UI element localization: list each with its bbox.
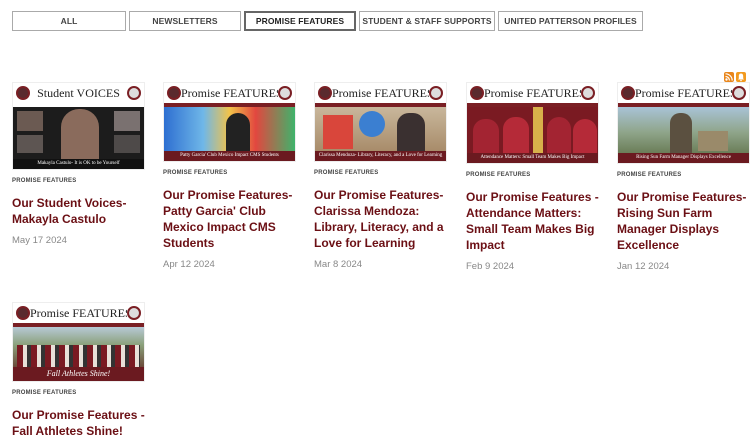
thumbnail-photo bbox=[315, 107, 446, 153]
thumbnail-banner: Promise FEATURES bbox=[13, 303, 144, 323]
post-title-link[interactable]: Our Promise Features-Clarissa Mendoza: L… bbox=[314, 187, 449, 251]
post-date: May 17 2024 bbox=[12, 235, 67, 246]
thumbnail-banner-text: Promise FEATURES bbox=[181, 85, 278, 100]
rss-icon[interactable] bbox=[724, 72, 734, 82]
post-category-tag[interactable]: PROMISE FEATURES bbox=[12, 390, 147, 400]
thumbnail-banner-text: Promise FEATURES bbox=[635, 85, 732, 100]
post-category-tag[interactable]: PROMISE FEATURES bbox=[466, 172, 601, 182]
post-title-link[interactable]: Our Student Voices-Makayla Castulo bbox=[12, 195, 147, 227]
post-thumbnail[interactable]: Promise FEATURES Rising Sun Farm Manager… bbox=[617, 82, 750, 164]
feed-icons bbox=[724, 72, 746, 82]
thumbnail-caption: Makayla Castulo- It is OK to be Yourself bbox=[13, 159, 144, 169]
school-seal-icon bbox=[621, 86, 635, 100]
post-date: Apr 12 2024 bbox=[163, 259, 215, 270]
post-thumbnail[interactable]: Promise FEATURES Patty Garcia' Club Mexi… bbox=[163, 82, 296, 162]
thumbnail-caption: Rising Sun Farm Manager Displays Excelle… bbox=[618, 153, 749, 163]
district-seal-icon bbox=[732, 86, 746, 100]
thumbnail-banner-text: Promise FEATURES bbox=[30, 305, 127, 320]
district-seal-icon bbox=[127, 306, 141, 320]
post-thumbnail[interactable]: Student VOICES Makayla Castulo- It is OK… bbox=[12, 82, 145, 170]
thumbnail-banner-text: Student VOICES bbox=[37, 85, 120, 100]
school-seal-icon bbox=[16, 86, 30, 100]
post-thumbnail[interactable]: Promise FEATURES Attendance Matters: Sma… bbox=[466, 82, 599, 164]
thumbnail-photo bbox=[13, 327, 144, 367]
thumbnail-banner-text: Promise FEATURES bbox=[484, 85, 581, 100]
thumbnail-banner: Student VOICES bbox=[13, 83, 144, 103]
thumbnail-banner: Promise FEATURES bbox=[315, 83, 446, 103]
district-seal-icon bbox=[278, 86, 292, 100]
thumbnail-caption: Patty Garcia' Club Mexico Impact CMS Stu… bbox=[164, 151, 295, 161]
school-seal-icon bbox=[16, 306, 30, 320]
post-thumbnail[interactable]: Promise FEATURES Clarissa Mendoza- Libra… bbox=[314, 82, 447, 162]
district-seal-icon bbox=[429, 86, 443, 100]
school-seal-icon bbox=[470, 86, 484, 100]
school-seal-icon bbox=[167, 86, 181, 100]
post-category-tag[interactable]: PROMISE FEATURES bbox=[163, 170, 298, 180]
filter-student-staff-supports-button[interactable]: STUDENT & STAFF SUPPORTS bbox=[359, 11, 495, 31]
post-category-tag[interactable]: PROMISE FEATURES bbox=[617, 172, 752, 182]
thumbnail-caption: Fall Athletes Shine! bbox=[13, 367, 144, 381]
filter-all-button[interactable]: ALL bbox=[12, 11, 126, 31]
post-category-tag[interactable]: PROMISE FEATURES bbox=[12, 178, 147, 188]
thumbnail-caption: Clarissa Mendoza- Library, Literacy, and… bbox=[315, 151, 446, 161]
filter-newsletters-button[interactable]: NEWSLETTERS bbox=[129, 11, 241, 31]
thumbnail-photo bbox=[618, 107, 749, 155]
thumbnail-photo bbox=[467, 107, 598, 153]
post-category-tag[interactable]: PROMISE FEATURES bbox=[314, 170, 449, 180]
post-card[interactable]: Promise FEATURES Patty Garcia' Club Mexi… bbox=[163, 82, 298, 270]
thumbnail-photo bbox=[13, 107, 144, 161]
school-seal-icon bbox=[318, 86, 332, 100]
district-seal-icon bbox=[127, 86, 141, 100]
thumbnail-banner: Promise FEATURES bbox=[618, 83, 749, 103]
post-card[interactable]: Promise FEATURES Fall Athletes Shine! PR… bbox=[12, 302, 147, 439]
post-date: Jan 12 2024 bbox=[617, 261, 670, 272]
notification-icon[interactable] bbox=[736, 72, 746, 82]
category-filter-bar: ALL NEWSLETTERS PROMISE FEATURES STUDENT… bbox=[12, 11, 643, 31]
post-title-link[interactable]: Our Promise Features - Attendance Matter… bbox=[466, 189, 601, 253]
filter-promise-features-button[interactable]: PROMISE FEATURES bbox=[244, 11, 356, 31]
post-title-link[interactable]: Our Promise Features - Fall Athletes Shi… bbox=[12, 407, 147, 439]
post-date: Mar 8 2024 bbox=[314, 259, 363, 270]
thumbnail-banner-text: Promise FEATURES bbox=[332, 85, 429, 100]
thumbnail-banner: Promise FEATURES bbox=[164, 83, 295, 103]
post-date: Feb 9 2024 bbox=[466, 261, 515, 272]
district-seal-icon bbox=[581, 86, 595, 100]
post-title-link[interactable]: Our Promise Features-Rising Sun Farm Man… bbox=[617, 189, 752, 253]
thumbnail-banner: Promise FEATURES bbox=[467, 83, 598, 103]
filter-united-patterson-profiles-button[interactable]: UNITED PATTERSON PROFILES bbox=[498, 11, 643, 31]
thumbnail-caption: Attendance Matters: Small Team Makes Big… bbox=[467, 153, 598, 163]
post-thumbnail[interactable]: Promise FEATURES Fall Athletes Shine! bbox=[12, 302, 145, 382]
thumbnail-photo bbox=[164, 107, 295, 153]
post-title-link[interactable]: Our Promise Features-Patty Garcia' Club … bbox=[163, 187, 298, 251]
post-card[interactable]: Promise FEATURES Clarissa Mendoza- Libra… bbox=[314, 82, 449, 270]
post-card[interactable]: Promise FEATURES Attendance Matters: Sma… bbox=[466, 82, 601, 272]
post-card[interactable]: Promise FEATURES Rising Sun Farm Manager… bbox=[617, 82, 752, 272]
post-card[interactable]: Student VOICES Makayla Castulo- It is OK… bbox=[12, 82, 147, 246]
